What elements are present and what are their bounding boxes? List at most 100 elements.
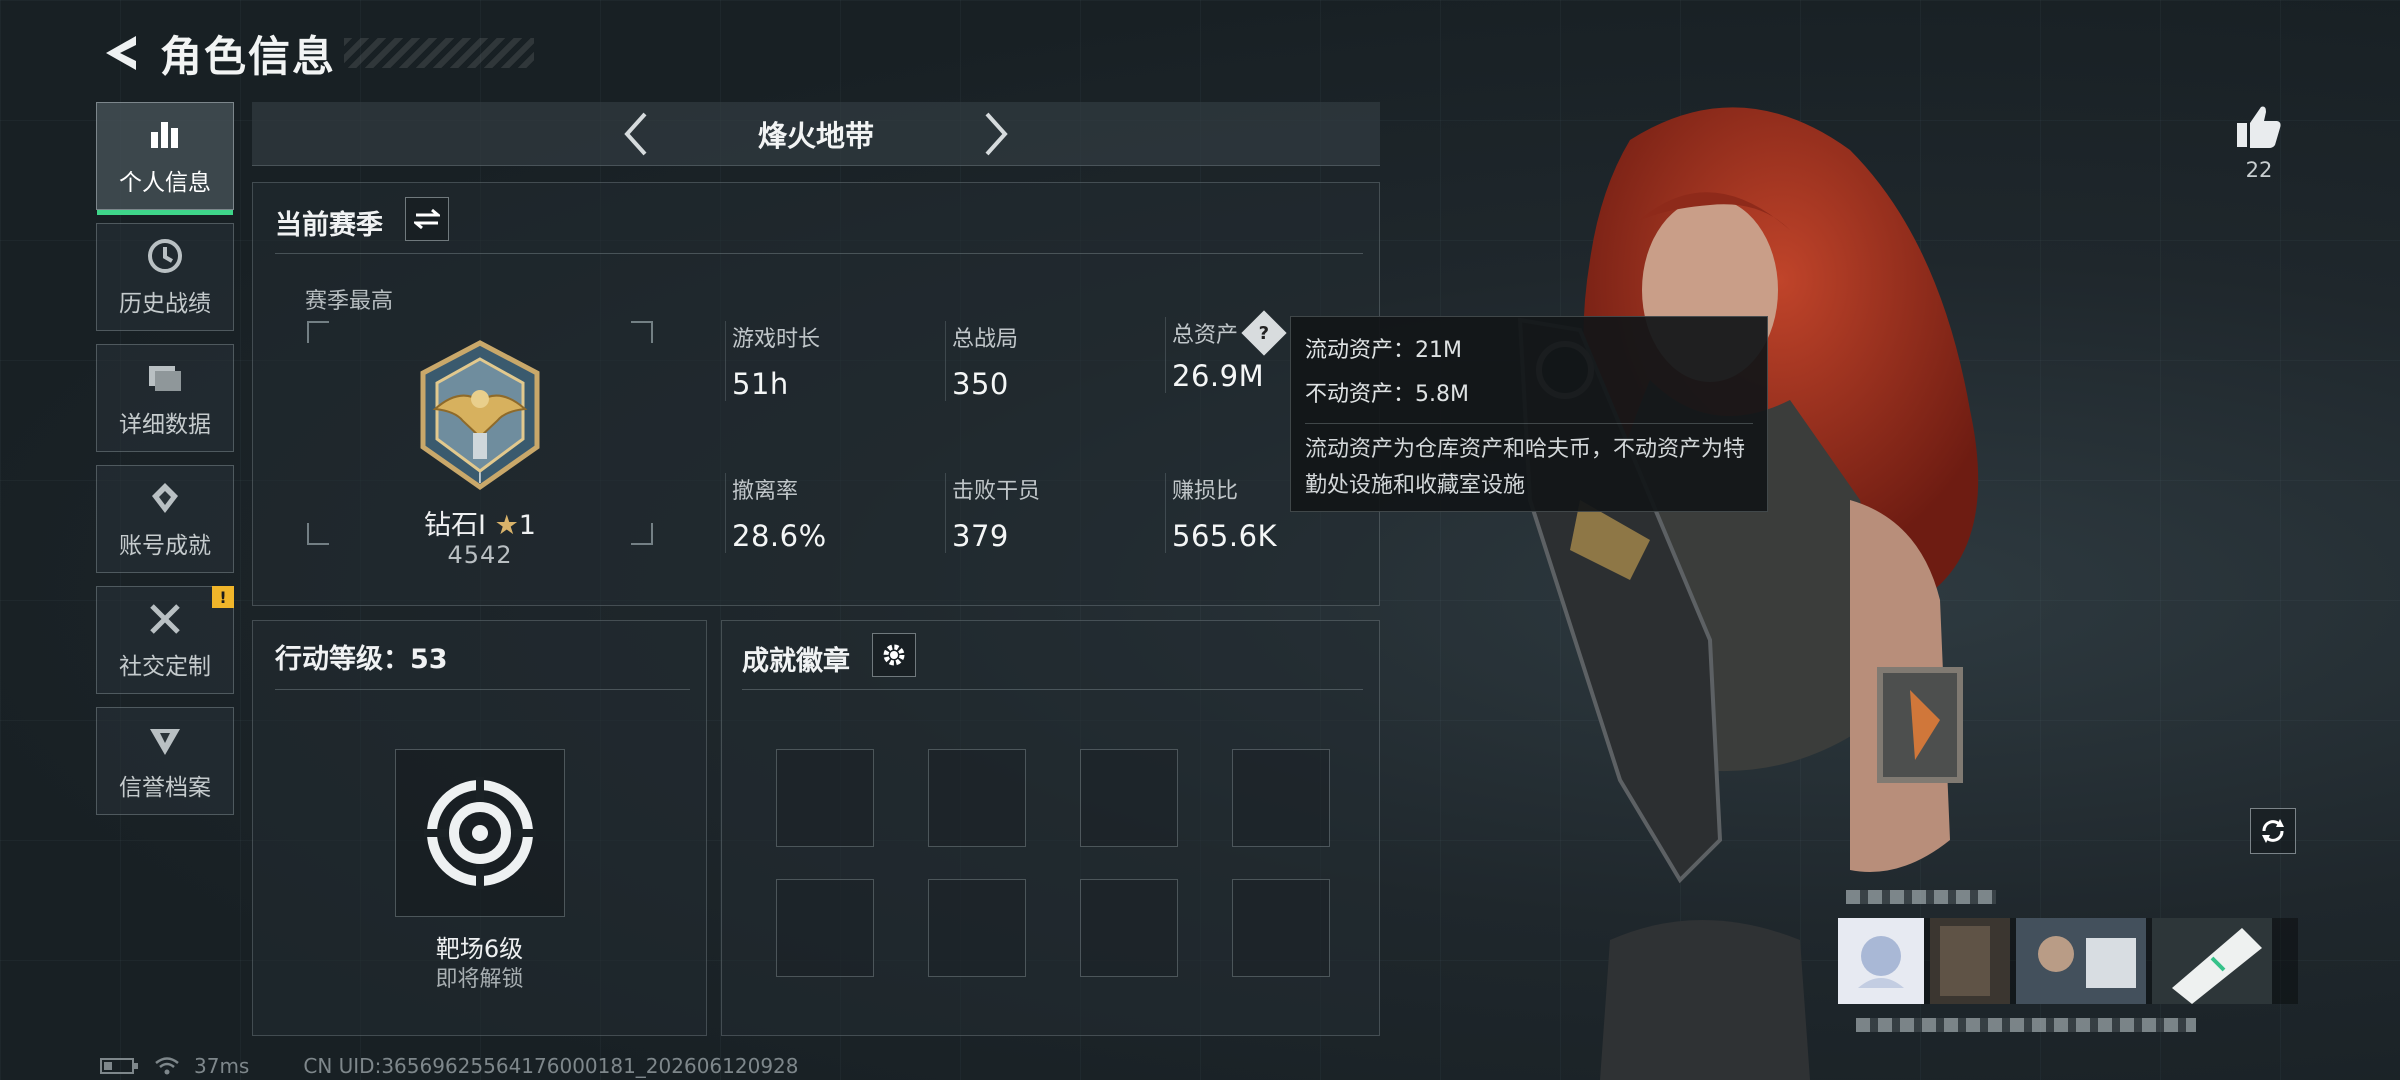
achievement-settings-button[interactable] <box>872 633 916 677</box>
assets-description: 流动资产为仓库资产和哈夫币，不动资产为特勤处设施和收藏室设施 <box>1305 437 1746 498</box>
chevron-left-icon <box>624 112 647 155</box>
stat-label: 总战局 <box>952 327 1019 352</box>
folder-icon <box>145 357 185 397</box>
season-title: 当前赛季 <box>275 210 383 241</box>
sidebar-item-achievements[interactable]: 账号成就 <box>96 465 234 573</box>
thumbs-up-icon <box>2237 106 2281 148</box>
blurred-caption <box>1856 1018 2196 1032</box>
sidebar-item-history[interactable]: 历史战绩 <box>96 223 234 331</box>
stat-label: 击败干员 <box>952 479 1041 504</box>
back-arrow-icon <box>106 36 136 70</box>
sidebar-item-label: 个人信息 <box>119 170 211 196</box>
assets-tooltip: 流动资产：21M 不动资产：5.8M 流动资产为仓库资产和哈夫币，不动资产为特勤… <box>1290 316 1768 512</box>
showcase-image <box>2016 918 2146 1004</box>
like-button[interactable] <box>2228 96 2290 158</box>
sidebar-item-label: 社交定制 <box>119 654 211 680</box>
stat-kills: 击败干员 379 <box>945 473 1145 553</box>
stat-value: 28.6% <box>732 519 827 553</box>
divider <box>275 689 690 690</box>
stat-label: 游戏时长 <box>732 327 821 352</box>
prev-mode-button[interactable] <box>606 104 666 164</box>
stat-value: 379 <box>952 519 1009 553</box>
status-footer: 37ms CN UID:3656962556417600018​1_202606… <box>100 1054 799 1078</box>
stat-extraction-rate: 撤离率 28.6% <box>725 473 925 553</box>
help-icon[interactable]: ? <box>1241 310 1287 356</box>
sidebar-item-label: 历史战绩 <box>119 291 211 317</box>
shield-icon <box>145 720 185 760</box>
stat-label: 撤离率 <box>732 479 799 504</box>
page-title: 角色信息 <box>160 31 337 81</box>
stat-value: 350 <box>952 367 1009 401</box>
tooltip-divider <box>1305 423 1753 424</box>
rank-stars: 1 <box>518 510 536 541</box>
divider <box>275 253 1363 254</box>
sidebar-item-label: 信誉档案 <box>119 775 211 801</box>
rotate-model-button[interactable] <box>2250 808 2296 854</box>
liquid-assets: 流动资产：21M <box>1305 338 1462 363</box>
swap-icon <box>414 208 440 230</box>
rank-card: I 钻石I ★1 4542 <box>307 321 653 569</box>
range-reward-card[interactable] <box>395 749 565 917</box>
badge-slot[interactable] <box>776 749 874 847</box>
badge-slot[interactable] <box>1232 749 1330 847</box>
achievement-icon <box>145 478 185 518</box>
showcase-strip[interactable] <box>1838 918 2298 1004</box>
sidebar-item-profile[interactable]: 个人信息 <box>96 102 234 215</box>
achievement-panel: 成就徽章 <box>721 620 1380 1036</box>
stat-value: 51h <box>732 367 789 401</box>
sidebar-item-label: 账号成就 <box>119 533 211 559</box>
sidebar-item-social[interactable]: ! 社交定制 <box>96 586 234 694</box>
player-uid: CN UID:3656962556417600018​1_20260612092… <box>303 1054 799 1078</box>
title-decoration <box>344 38 535 68</box>
next-mode-button[interactable] <box>966 104 1026 164</box>
sidebar-item-reputation[interactable]: 信誉档案 <box>96 707 234 815</box>
badge-slot[interactable] <box>928 749 1026 847</box>
target-icon <box>424 777 536 889</box>
season-panel: 当前赛季 赛季最高 I 钻石I ★1 4542 游戏时长 51h 总战局 350… <box>252 182 1380 606</box>
badge-slot[interactable] <box>928 879 1026 977</box>
badge-slot[interactable] <box>1080 879 1178 977</box>
notification-badge: ! <box>212 586 234 608</box>
stat-play-time: 游戏时长 51h <box>725 321 925 401</box>
rank-emblem-icon: I <box>420 340 540 491</box>
badge-slot[interactable] <box>776 879 874 977</box>
range-level-title: 靶场6级 <box>435 935 524 963</box>
achievement-title: 成就徽章 <box>742 646 850 677</box>
header: 角色信息 <box>96 18 535 88</box>
rank-name: 钻石I ★1 <box>307 503 653 542</box>
fixed-assets: 不动资产：5.8M <box>1305 382 1469 407</box>
divider <box>742 689 1363 690</box>
rank-points: 4542 <box>447 541 513 569</box>
refresh-icon <box>2262 819 2284 843</box>
bar-chart-icon <box>145 115 185 155</box>
gear-icon <box>883 644 905 666</box>
badge-slot[interactable] <box>1080 749 1178 847</box>
showcase-image <box>2152 918 2272 1004</box>
stat-total-matches: 总战局 350 <box>945 321 1145 401</box>
season-best-label: 赛季最高 <box>305 289 394 314</box>
side-nav: 个人信息 历史战绩 详细数据 账号成就 ! 社交定制 信誉档案 <box>96 102 234 828</box>
blurred-player-name <box>1846 890 1996 904</box>
stat-value: 565.6K <box>1172 519 1278 553</box>
svg-text:I: I <box>478 471 482 487</box>
wifi-icon <box>155 1057 179 1075</box>
rank-tier: 钻石I <box>424 510 486 541</box>
chevron-right-icon <box>985 112 1008 155</box>
ping-value: 37ms <box>194 1054 250 1078</box>
badge-slot[interactable] <box>1232 879 1330 977</box>
back-button[interactable] <box>96 28 146 78</box>
star-icon: ★ <box>494 510 519 541</box>
history-icon <box>145 236 185 276</box>
like-count: 22 <box>2245 158 2273 182</box>
mode-title: 烽火地带 <box>757 118 874 153</box>
switch-season-button[interactable] <box>405 197 449 241</box>
range-level-status: 即将解锁 <box>435 967 524 992</box>
showcase-image <box>1838 918 1924 1004</box>
sidebar-item-label: 详细数据 <box>119 412 211 438</box>
action-level-panel: 行动等级：53 靶场6级 即将解锁 <box>252 620 707 1036</box>
tools-icon <box>145 599 185 639</box>
sidebar-item-details[interactable]: 详细数据 <box>96 344 234 452</box>
battery-icon <box>100 1058 138 1074</box>
action-level-title: 行动等级：53 <box>275 644 448 675</box>
showcase-image <box>1930 918 2010 1004</box>
